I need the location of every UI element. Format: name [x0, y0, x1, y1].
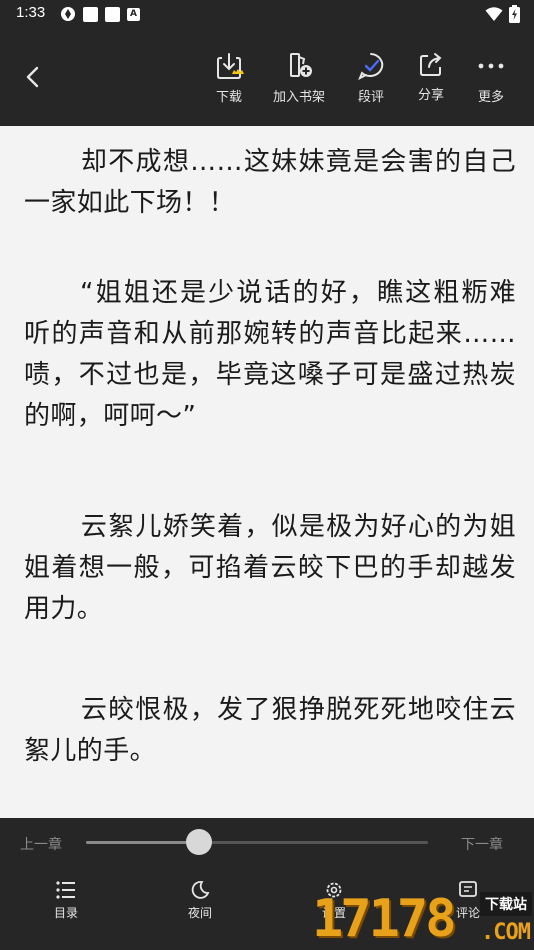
slider-thumb[interactable]	[185, 829, 212, 855]
share-icon	[420, 53, 442, 76]
badge-icon: A	[127, 7, 140, 21]
site-watermark: 17178 下载站 .COM	[312, 888, 534, 950]
nav-night-mode[interactable]: 夜间	[170, 880, 230, 921]
reading-page[interactable]: 却不成想……这妹妹竟是会害的自己一家如此下场！！ “姐姐还是少说话的好，瞧这粗粝…	[0, 126, 534, 818]
slider-fill	[86, 841, 199, 844]
battery-icon	[509, 5, 520, 23]
status-time: 1:33	[16, 4, 46, 21]
share-button[interactable]: 分享	[400, 50, 462, 103]
back-button[interactable]	[18, 62, 48, 92]
page-footer	[24, 810, 510, 814]
prev-chapter-button[interactable]: 上一章	[20, 834, 62, 854]
next-chapter-button[interactable]: 下一章	[461, 834, 503, 854]
status-system-icons	[485, 5, 520, 23]
paragraph: 云絮儿娇笑着，似是极为好心的为姐姐着想一般，可掐着云皎下巴的手却越发用力。	[24, 512, 516, 624]
chapter-progress-slider[interactable]	[86, 841, 428, 844]
paragraph: 却不成想……这妹妹竟是会害的自己一家如此下场！！	[24, 147, 516, 218]
status-notification-icons: A	[60, 6, 140, 22]
nav-night-mode-label: 夜间	[187, 906, 212, 920]
moon-icon	[191, 881, 210, 899]
vpn-icon	[61, 7, 75, 21]
list-icon	[56, 881, 75, 899]
more-icon	[478, 63, 504, 69]
watermark-tag: 下载站	[480, 892, 532, 916]
watermark-domain: .COM	[481, 920, 531, 945]
app-notification-icon	[105, 6, 120, 22]
app-notification-icon	[83, 6, 98, 22]
download-button[interactable]: 下载	[198, 50, 260, 105]
download-icon	[217, 53, 244, 79]
chevron-left-icon	[26, 66, 39, 88]
comment-icon	[358, 53, 384, 81]
paragraph-comment-label: 段评	[357, 90, 384, 105]
add-to-shelf-button[interactable]: 加入书架	[268, 50, 330, 105]
paragraph: “姐姐还是少说话的好，瞧这粗粝难听的声音和从前那婉转的声音比起来……啧，不过也是…	[24, 278, 516, 431]
nav-catalog[interactable]: 目录	[36, 880, 96, 921]
more-button[interactable]: 更多	[460, 50, 522, 105]
download-label: 下载	[215, 90, 242, 105]
more-label: 更多	[477, 90, 504, 105]
paragraph-comment-button[interactable]: 段评	[340, 50, 402, 105]
add-to-shelf-label: 加入书架	[272, 90, 325, 105]
share-label: 分享	[417, 88, 444, 103]
add-to-shelf-icon	[290, 53, 312, 77]
watermark-number: 17178	[312, 889, 457, 949]
wifi-icon	[485, 7, 503, 21]
reader-top-toolbar: 下载 加入书架 段评 分享 更多	[0, 28, 534, 126]
paragraph: 云皎恨极，发了狠挣脱死死地咬住云絮儿的手。	[24, 695, 516, 766]
status-bar: 1:33 A	[0, 0, 534, 28]
nav-catalog-label: 目录	[53, 906, 78, 920]
